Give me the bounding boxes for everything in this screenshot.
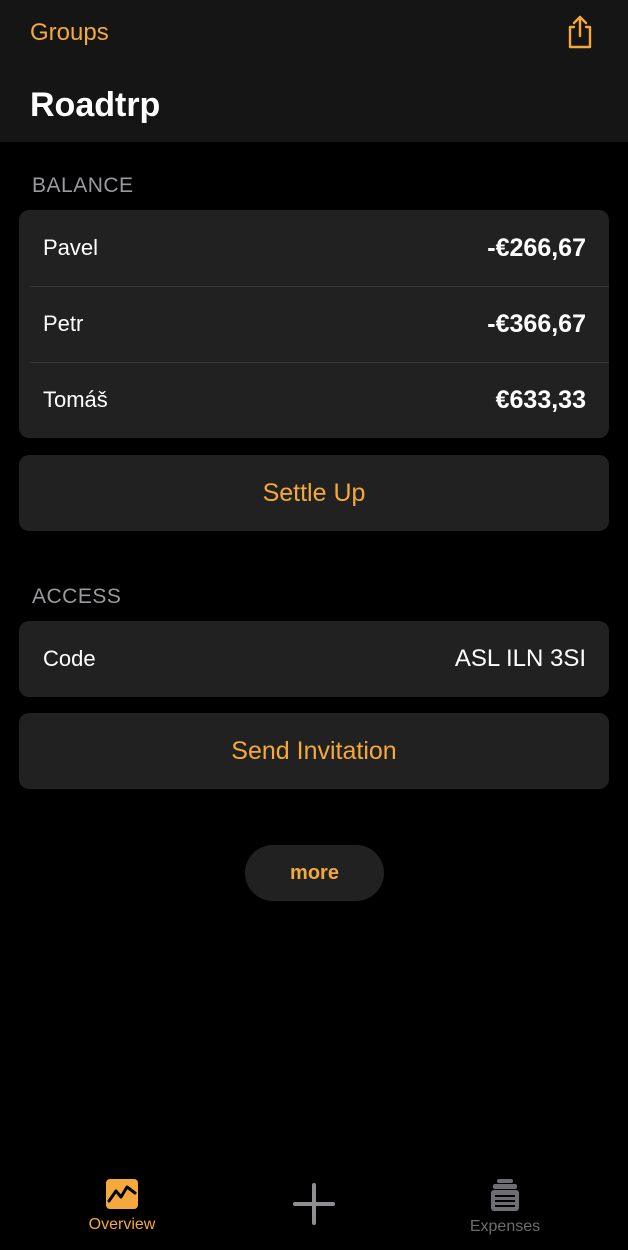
member-name: Petr [43,311,84,336]
balance-row[interactable]: Pavel -€266,67 [19,210,609,286]
chart-icon [106,1179,138,1209]
more-button[interactable]: more [245,845,384,901]
tab-expenses-label: Expenses [469,1218,541,1235]
member-name: Tomáš [43,387,108,412]
share-icon[interactable] [562,14,598,50]
settle-up-button[interactable]: Settle Up [19,455,609,531]
balance-card: Pavel -€266,67 Petr -€366,67 Tomáš €633,… [19,210,609,438]
code-label: Code [43,646,96,671]
member-balance: -€266,67 [487,233,586,262]
member-balance: €633,33 [495,385,586,414]
plus-icon[interactable] [292,1182,336,1226]
balance-section-header: BALANCE [32,174,134,197]
member-name: Pavel [43,235,99,260]
member-balance: -€366,67 [487,309,586,338]
send-invitation-button[interactable]: Send Invitation [19,713,609,789]
access-code-row[interactable]: Code ASL ILN 3SI [19,621,609,697]
back-to-groups-link[interactable]: Groups [30,16,109,50]
tab-bar: Overview Expenses [0,1160,628,1250]
balance-row[interactable]: Petr -€366,67 [19,286,609,362]
receipt-stack-icon [491,1179,519,1211]
tab-overview-label: Overview [88,1216,156,1233]
tab-overview[interactable]: Overview [42,1178,202,1242]
balance-row[interactable]: Tomáš €633,33 [19,362,609,438]
access-section-header: ACCESS [32,585,122,608]
access-card: Code ASL ILN 3SI [19,621,609,697]
page-title: Roadtrp [30,86,161,124]
code-value: ASL ILN 3SI [454,645,586,672]
navigation-bar: Groups Roadtrp [0,0,628,142]
tab-expenses[interactable]: Expenses [425,1178,585,1242]
